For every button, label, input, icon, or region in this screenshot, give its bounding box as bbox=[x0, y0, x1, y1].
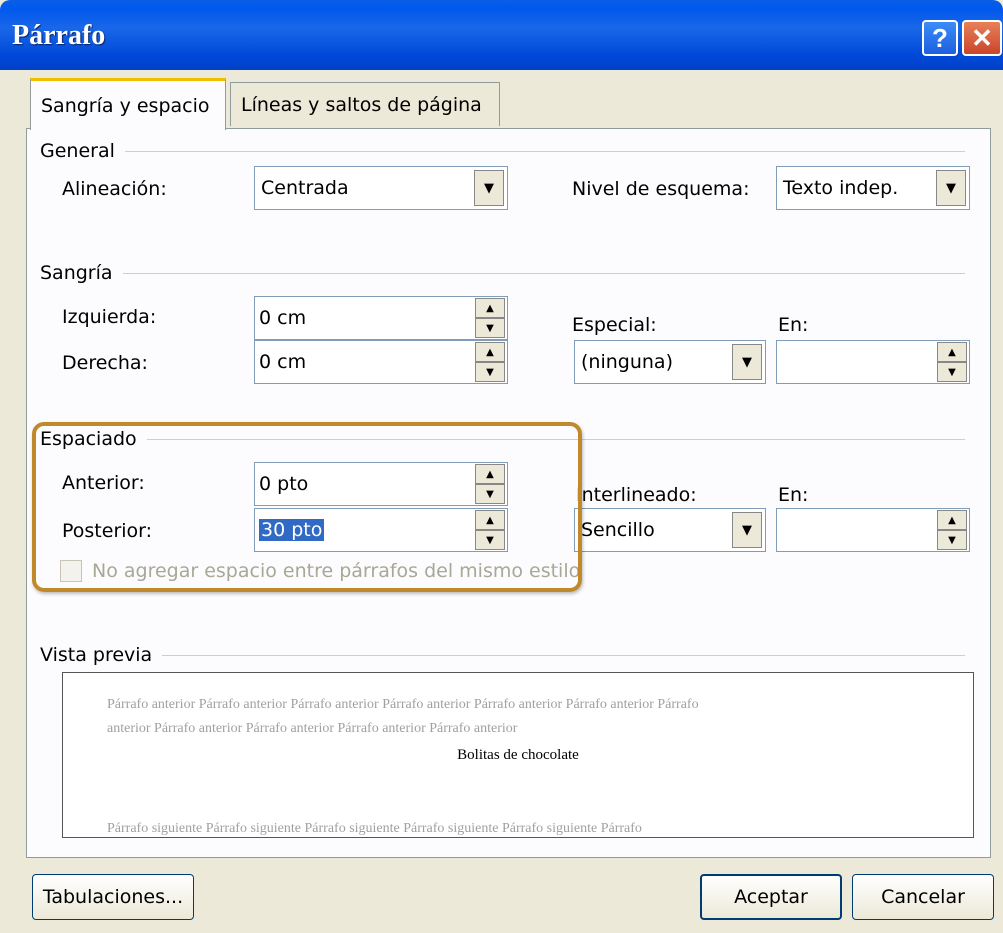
tab-sangria-espacio[interactable]: Sangría y espacio bbox=[30, 78, 226, 130]
section-sangria: Sangría bbox=[40, 262, 965, 284]
spin-up-icon[interactable]: ▲ bbox=[475, 342, 505, 362]
section-label: Sangría bbox=[40, 262, 113, 284]
izquierda-label: Izquierda: bbox=[62, 306, 157, 328]
preview-previous-line-2: anterior Párrafo anterior Párrafo anteri… bbox=[107, 721, 518, 736]
spin-up-icon[interactable]: ▲ bbox=[937, 510, 967, 530]
espaciado-en-spinner[interactable]: ▲ ▼ bbox=[776, 508, 970, 552]
button-label: Tabulaciones... bbox=[42, 886, 184, 908]
preview-box: Párrafo anterior Párrafo anterior Párraf… bbox=[62, 672, 974, 838]
chevron-down-icon[interactable]: ▼ bbox=[474, 170, 504, 206]
alineacion-label: Alineación: bbox=[62, 178, 167, 200]
spin-down-icon[interactable]: ▼ bbox=[937, 362, 967, 382]
alineacion-select[interactable]: Centrada ▼ bbox=[254, 166, 508, 210]
divider bbox=[122, 272, 965, 274]
section-label: General bbox=[40, 140, 115, 162]
izquierda-value[interactable]: 0 cm bbox=[255, 307, 475, 329]
sangria-en-spinner[interactable]: ▲ ▼ bbox=[776, 340, 970, 384]
chevron-down-icon[interactable]: ▼ bbox=[936, 170, 966, 206]
interlineado-select[interactable]: Sencillo ▼ bbox=[574, 508, 766, 552]
tabulaciones-button[interactable]: Tabulaciones... bbox=[32, 874, 194, 920]
spin-down-icon[interactable]: ▼ bbox=[475, 362, 505, 382]
preview-next-line: Párrafo siguiente Párrafo siguiente Párr… bbox=[107, 821, 642, 836]
button-label: Aceptar bbox=[734, 886, 808, 908]
preview-current-paragraph: Bolitas de chocolate bbox=[457, 747, 579, 763]
derecha-spinner[interactable]: 0 cm ▲ ▼ bbox=[254, 340, 508, 384]
divider bbox=[162, 654, 965, 656]
nivel-esquema-value: Texto indep. bbox=[783, 177, 899, 199]
section-general: General bbox=[40, 140, 965, 162]
tab-lineas-saltos[interactable]: Líneas y saltos de página bbox=[230, 82, 500, 126]
chevron-down-icon[interactable]: ▼ bbox=[732, 512, 762, 548]
divider bbox=[124, 150, 965, 152]
close-icon: ✕ bbox=[971, 22, 993, 53]
nivel-esquema-select[interactable]: Texto indep. ▼ bbox=[776, 166, 970, 210]
button-label: Cancelar bbox=[881, 886, 965, 908]
izquierda-spinner[interactable]: 0 cm ▲ ▼ bbox=[254, 296, 508, 340]
especial-value: (ninguna) bbox=[581, 351, 673, 373]
spin-down-icon[interactable]: ▼ bbox=[475, 318, 505, 338]
especial-label: Especial: bbox=[572, 314, 657, 336]
derecha-value[interactable]: 0 cm bbox=[255, 351, 475, 373]
section-label: Vista previa bbox=[40, 644, 153, 666]
derecha-label: Derecha: bbox=[62, 352, 148, 374]
nivel-esquema-label: Nivel de esquema: bbox=[572, 178, 750, 200]
aceptar-button[interactable]: Aceptar bbox=[700, 874, 842, 920]
spin-up-icon[interactable]: ▲ bbox=[475, 298, 505, 318]
section-vista-previa: Vista previa bbox=[40, 644, 965, 666]
title-bar: Párrafo ? ✕ bbox=[0, 0, 1003, 70]
help-icon: ? bbox=[932, 22, 948, 53]
tab-label: Sangría y espacio bbox=[41, 94, 210, 117]
en-label: En: bbox=[778, 484, 809, 506]
tab-label: Líneas y saltos de página bbox=[241, 93, 482, 116]
close-button[interactable]: ✕ bbox=[962, 20, 1002, 56]
alineacion-value: Centrada bbox=[261, 177, 349, 199]
spin-down-icon[interactable]: ▼ bbox=[937, 530, 967, 550]
chevron-down-icon[interactable]: ▼ bbox=[732, 344, 762, 380]
spin-up-icon[interactable]: ▲ bbox=[937, 342, 967, 362]
en-label: En: bbox=[778, 314, 809, 336]
preview-previous-line-1: Párrafo anterior Párrafo anterior Párraf… bbox=[107, 697, 699, 712]
espaciado-highlight bbox=[32, 422, 582, 592]
interlineado-value: Sencillo bbox=[581, 519, 655, 541]
dialog-title: Párrafo bbox=[12, 20, 106, 51]
cancelar-button[interactable]: Cancelar bbox=[852, 874, 994, 920]
help-button[interactable]: ? bbox=[922, 20, 958, 56]
especial-select[interactable]: (ninguna) ▼ bbox=[574, 340, 766, 384]
interlineado-label: Interlineado: bbox=[576, 484, 697, 506]
